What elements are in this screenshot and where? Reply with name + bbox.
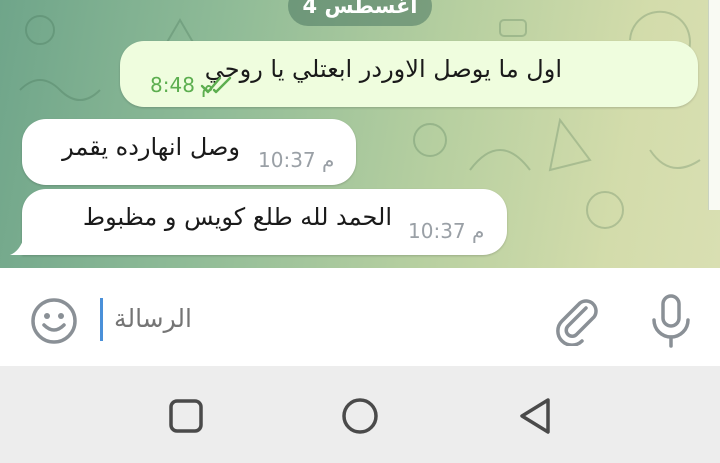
message-input[interactable] [100, 292, 520, 344]
message-bubble-incoming[interactable]: الحمد لله طلع كويس و مظبوط 10:37 م [22, 189, 507, 255]
message-text: الحمد لله طلع كويس و مظبوط [82, 203, 392, 231]
attach-icon[interactable] [550, 292, 604, 346]
microphone-icon[interactable] [644, 292, 698, 350]
message-text: وصل انهارده يقمر [62, 133, 240, 161]
message-input-bar [0, 268, 720, 366]
scroll-edge [708, 0, 720, 210]
system-navigation-bar [0, 366, 720, 463]
message-time: 10:37 م [408, 219, 485, 243]
message-time: 8:48 م [150, 73, 214, 97]
message-bubble-incoming[interactable]: وصل انهارده يقمر 10:37 م [22, 119, 356, 185]
message-text: اول ما يوصل الاوردر ابعتلي يا روحي [204, 55, 562, 83]
emoji-icon[interactable] [28, 295, 80, 347]
message-time: 10:37 م [258, 148, 335, 172]
message-bubble-outgoing[interactable]: اول ما يوصل الاوردر ابعتلي يا روحي 8:48 … [120, 41, 698, 107]
chat-area[interactable]: 4 أغسطس اول ما يوصل الاوردر ابعتلي يا رو… [0, 0, 720, 268]
date-chip: 4 أغسطس [288, 0, 432, 26]
recent-apps-icon[interactable] [164, 394, 208, 438]
home-icon[interactable] [338, 394, 382, 438]
text-cursor [100, 298, 103, 341]
bubble-tail [10, 237, 24, 255]
back-icon[interactable] [512, 394, 556, 438]
